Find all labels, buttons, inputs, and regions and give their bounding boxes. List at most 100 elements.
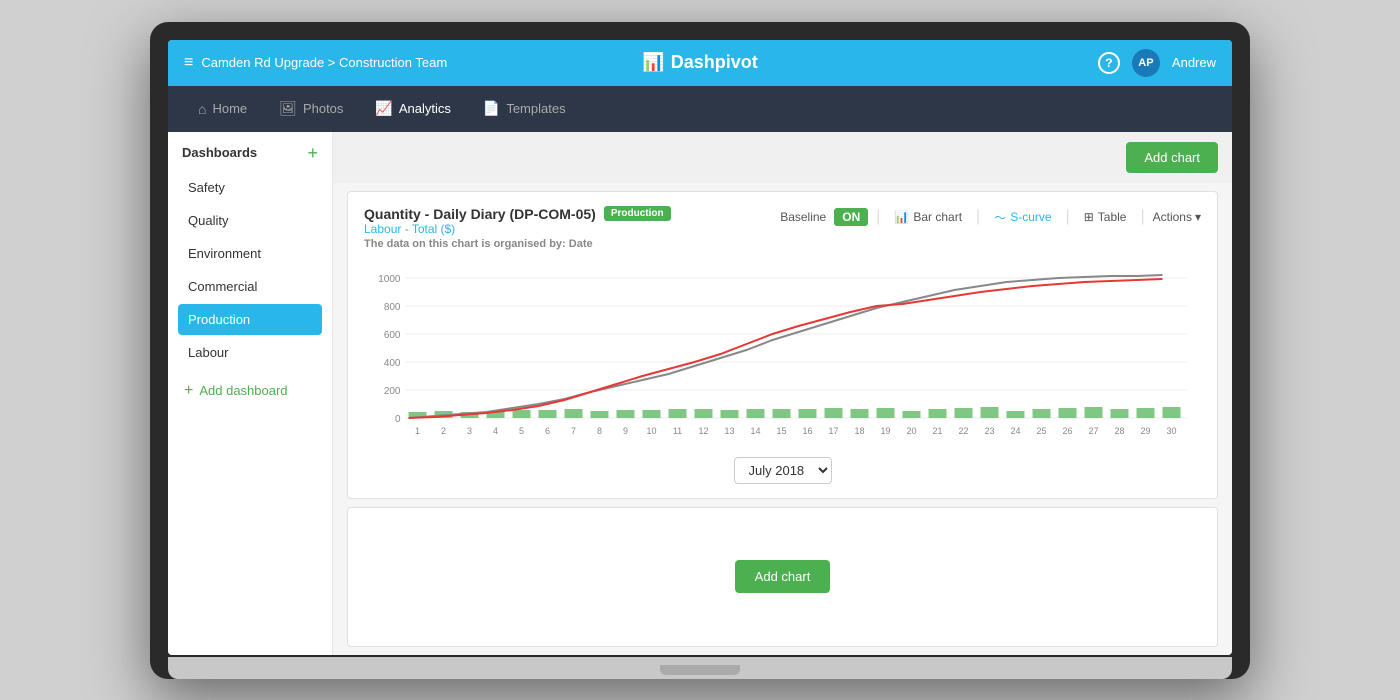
svg-text:13: 13: [724, 426, 734, 436]
svg-text:800: 800: [384, 302, 401, 313]
svg-text:8: 8: [597, 426, 602, 436]
sidebar-item-labour[interactable]: Labour: [178, 337, 322, 368]
actions-chevron-icon: ▾: [1195, 210, 1201, 224]
svg-text:4: 4: [493, 426, 498, 436]
on-badge[interactable]: ON: [834, 208, 868, 226]
actions-button[interactable]: Actions ▾: [1153, 210, 1201, 224]
add-chart-button-top[interactable]: Add chart: [1126, 142, 1218, 173]
chart-card: Quantity - Daily Diary (DP-COM-05) Produ…: [347, 191, 1218, 499]
nav-bar: ⌂ Home 🖼 Photos 📈 Analytics 📄 Templates: [168, 86, 1232, 132]
home-icon: ⌂: [198, 101, 206, 117]
bar-chart-label: Bar chart: [913, 210, 962, 224]
nav-photos-label: Photos: [303, 101, 343, 116]
baseline-label: Baseline: [780, 210, 826, 224]
chart-svg: 1000 800 600 400 200 0: [364, 264, 1201, 444]
svg-text:18: 18: [854, 426, 864, 436]
app-name: Dashpivot: [671, 52, 758, 73]
analytics-icon: 📈: [375, 100, 392, 117]
svg-text:15: 15: [776, 426, 786, 436]
s-curve-btn[interactable]: 〜 S-curve: [988, 206, 1057, 229]
svg-text:19: 19: [880, 426, 890, 436]
help-button[interactable]: ?: [1098, 52, 1120, 74]
svg-text:3: 3: [467, 426, 472, 436]
add-dashboard-icon[interactable]: +: [307, 144, 318, 162]
svg-text:1000: 1000: [378, 274, 401, 285]
table-icon: ⊞: [1084, 210, 1094, 224]
svg-text:17: 17: [828, 426, 838, 436]
sidebar-item-safety[interactable]: Safety: [178, 172, 322, 203]
svg-text:24: 24: [1010, 426, 1020, 436]
svg-text:20: 20: [906, 426, 916, 436]
chart-note: The data on this chart is organised by: …: [364, 238, 671, 250]
nav-home-label: Home: [212, 101, 247, 116]
sidebar-item-quality[interactable]: Quality: [178, 205, 322, 236]
svg-text:5: 5: [519, 426, 524, 436]
main-layout: Dashboards + Safety Quality Environment …: [168, 132, 1232, 655]
svg-text:12: 12: [698, 426, 708, 436]
sidebar-title: Dashboards: [182, 145, 257, 160]
svg-text:1: 1: [415, 426, 420, 436]
svg-text:7: 7: [571, 426, 576, 436]
nav-analytics[interactable]: 📈 Analytics: [361, 92, 464, 125]
month-select[interactable]: July 2018: [734, 457, 832, 484]
sidebar-item-commercial[interactable]: Commercial: [178, 271, 322, 302]
chart-header: Quantity - Daily Diary (DP-COM-05) Produ…: [364, 206, 1201, 260]
svg-text:27: 27: [1088, 426, 1098, 436]
sidebar-item-production[interactable]: Production: [178, 304, 322, 335]
user-name: Andrew: [1172, 55, 1216, 70]
svg-text:2: 2: [441, 426, 446, 436]
content-area: Add chart Quantity - Daily Diary (DP-COM…: [333, 132, 1232, 655]
logo-icon: 📊: [642, 52, 664, 73]
nav-templates-label: Templates: [506, 101, 565, 116]
app-logo: 📊 Dashpivot: [642, 52, 757, 73]
sidebar: Dashboards + Safety Quality Environment …: [168, 132, 333, 655]
svg-text:28: 28: [1114, 426, 1124, 436]
bar-chart-icon: 📊: [894, 210, 909, 224]
svg-text:16: 16: [802, 426, 812, 436]
actions-label: Actions: [1153, 210, 1192, 224]
add-dashboard-label: Add dashboard: [199, 383, 287, 398]
nav-home[interactable]: ⌂ Home: [184, 93, 261, 125]
menu-icon[interactable]: ≡: [184, 54, 193, 72]
svg-text:29: 29: [1140, 426, 1150, 436]
chart-title-text: Quantity - Daily Diary (DP-COM-05): [364, 206, 596, 222]
chart-card-empty: Add chart: [347, 507, 1218, 647]
svg-text:30: 30: [1166, 426, 1176, 436]
chart-title-area: Quantity - Daily Diary (DP-COM-05) Produ…: [364, 206, 671, 260]
svg-text:26: 26: [1062, 426, 1072, 436]
svg-text:9: 9: [623, 426, 628, 436]
breadcrumb: Camden Rd Upgrade > Construction Team: [201, 55, 447, 70]
add-dashboard-plus-icon: +: [184, 382, 193, 400]
svg-text:600: 600: [384, 330, 401, 341]
svg-text:200: 200: [384, 386, 401, 397]
bar-chart-btn[interactable]: 📊 Bar chart: [888, 207, 968, 227]
s-curve-label: S-curve: [1010, 210, 1051, 224]
svg-text:14: 14: [750, 426, 760, 436]
top-bar: ≡ Camden Rd Upgrade > Construction Team …: [168, 40, 1232, 86]
avatar: AP: [1132, 49, 1160, 77]
production-badge: Production: [604, 206, 671, 221]
table-label: Table: [1098, 210, 1127, 224]
svg-text:23: 23: [984, 426, 994, 436]
nav-analytics-label: Analytics: [399, 101, 451, 116]
templates-icon: 📄: [483, 100, 500, 117]
top-bar-left: ≡ Camden Rd Upgrade > Construction Team: [184, 54, 642, 72]
content-header: Add chart: [333, 132, 1232, 183]
svg-text:21: 21: [932, 426, 942, 436]
chart-wrapper: 1000 800 600 400 200 0: [364, 264, 1201, 484]
photos-icon: 🖼: [279, 100, 297, 117]
add-dashboard-button[interactable]: + Add dashboard: [178, 374, 322, 408]
svg-text:10: 10: [646, 426, 656, 436]
chart-controls: Baseline ON | 📊 Bar chart | 〜 S-curve: [780, 206, 1201, 229]
table-btn[interactable]: ⊞ Table: [1078, 207, 1133, 227]
nav-photos[interactable]: 🖼 Photos: [265, 92, 357, 125]
sidebar-header: Dashboards +: [178, 144, 322, 162]
chart-title: Quantity - Daily Diary (DP-COM-05) Produ…: [364, 206, 671, 222]
svg-text:400: 400: [384, 358, 401, 369]
svg-text:25: 25: [1036, 426, 1046, 436]
svg-text:0: 0: [395, 414, 401, 425]
add-chart-button-empty[interactable]: Add chart: [735, 560, 831, 593]
nav-templates[interactable]: 📄 Templates: [469, 92, 580, 125]
sidebar-item-environment[interactable]: Environment: [178, 238, 322, 269]
svg-text:22: 22: [958, 426, 968, 436]
